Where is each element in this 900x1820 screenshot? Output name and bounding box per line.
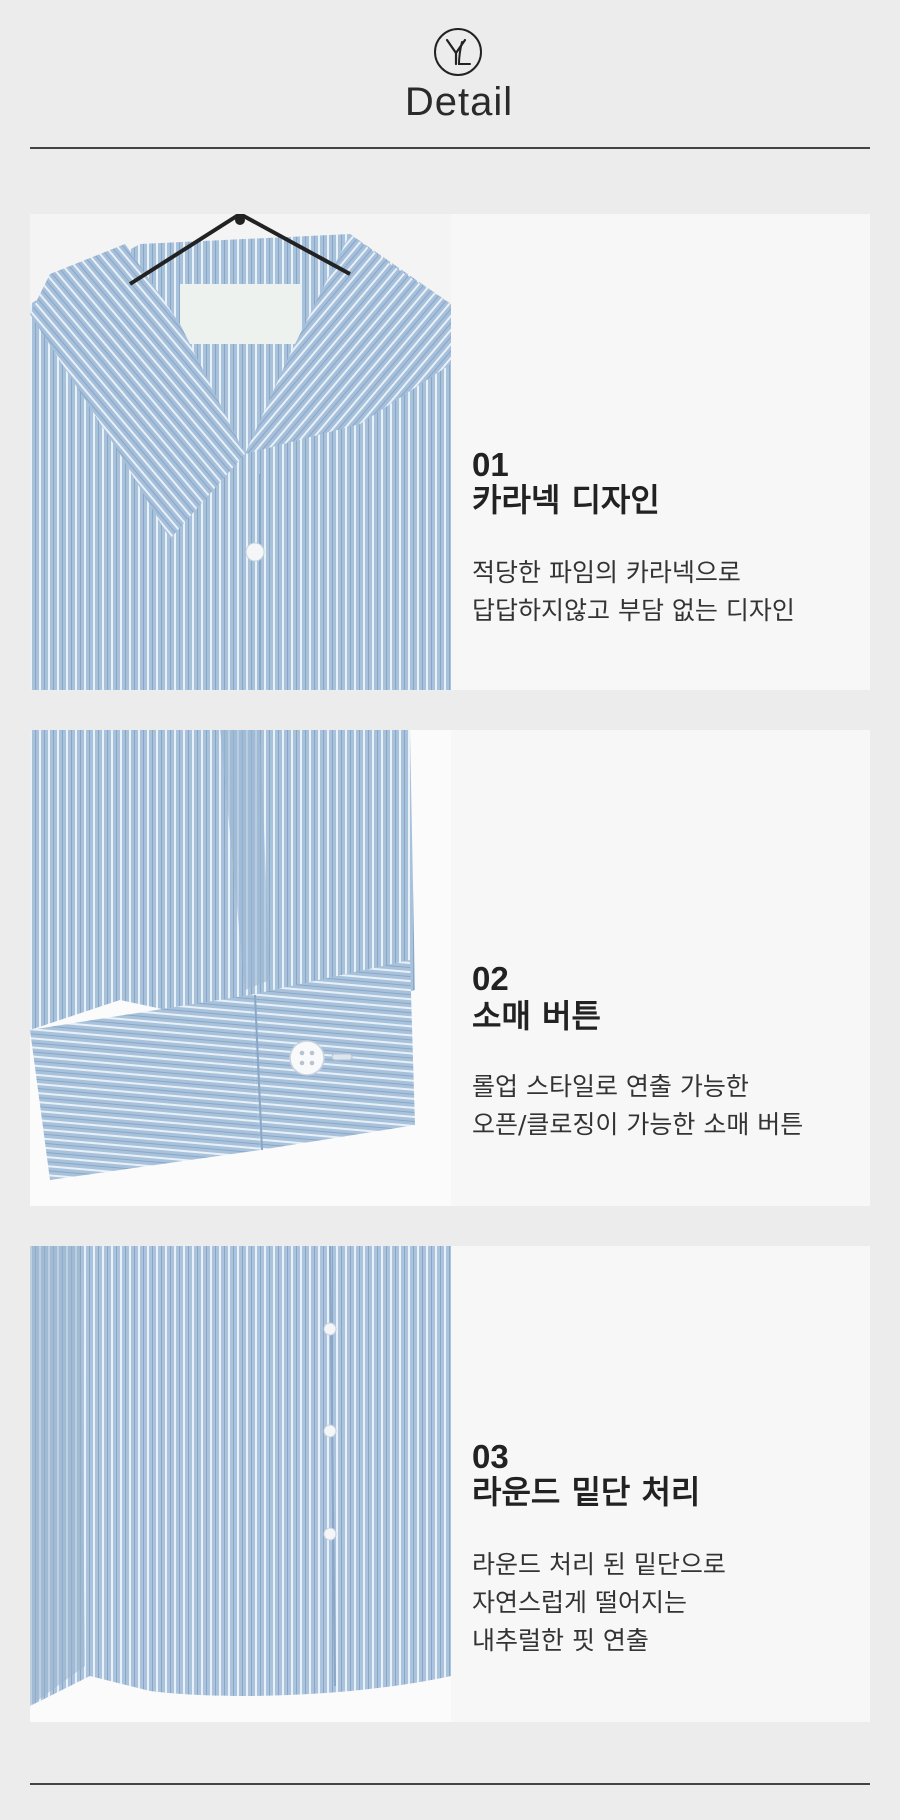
section-description-line: 자연스럽게 떨어지는 — [472, 1588, 687, 1617]
top-divider — [30, 147, 870, 149]
section-number: 01 — [472, 446, 509, 483]
detail-section-cuff: 02 소매 버튼 롤업 스타일로 연출 가능한 오픈/클로징이 가능한 소매 버… — [30, 730, 870, 1206]
shirt-collar-photo — [30, 214, 451, 690]
section-number: 02 — [472, 960, 509, 997]
detail-text-panel: 01 카라넥 디자인 적당한 파임의 카라넥으로 답답하지않고 부담 없는 디자… — [451, 214, 870, 690]
detail-section-collar: 01 카라넥 디자인 적당한 파임의 카라넥으로 답답하지않고 부담 없는 디자… — [30, 214, 870, 690]
section-heading: 소매 버튼 — [472, 997, 601, 1035]
detail-section-hem: 03 라운드 밑단 처리 라운드 처리 된 밑단으로 자연스럽게 떨어지는 내추… — [30, 1246, 870, 1722]
page-title: Detail — [404, 80, 514, 124]
brand-logo-icon — [432, 26, 484, 78]
section-heading: 카라넥 디자인 — [472, 481, 660, 519]
bottom-divider — [30, 1783, 870, 1785]
section-description-line: 내추럴한 핏 연출 — [472, 1626, 649, 1655]
section-description-line: 라운드 처리 된 밑단으로 — [472, 1550, 726, 1579]
detail-text-panel: 03 라운드 밑단 처리 라운드 처리 된 밑단으로 자연스럽게 떨어지는 내추… — [451, 1246, 870, 1722]
section-description-line: 적당한 파임의 카라넥으로 — [472, 558, 741, 587]
detail-header: Detail — [0, 0, 900, 150]
section-description-line: 롤업 스타일로 연출 가능한 — [472, 1072, 749, 1101]
section-number: 03 — [472, 1438, 509, 1475]
section-description-line: 답답하지않고 부담 없는 디자인 — [472, 596, 795, 625]
section-description-line: 오픈/클로징이 가능한 소매 버튼 — [472, 1110, 804, 1139]
shirt-hem-photo — [30, 1246, 451, 1722]
detail-text-panel: 02 소매 버튼 롤업 스타일로 연출 가능한 오픈/클로징이 가능한 소매 버… — [451, 730, 870, 1206]
section-heading: 라운드 밑단 처리 — [472, 1473, 701, 1511]
shirt-cuff-photo — [30, 730, 451, 1206]
